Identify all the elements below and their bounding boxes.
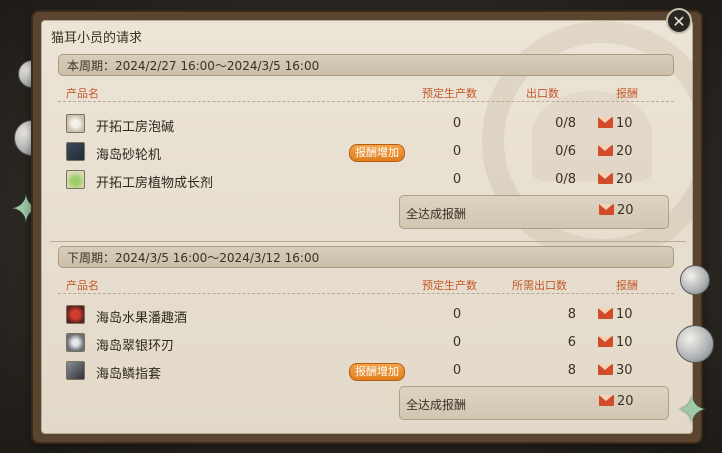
close-button[interactable]: ✕ xyxy=(666,8,692,34)
next-column-headers: 产品名 预定生产数 所需出口数 报酬 xyxy=(58,275,674,294)
envelope-icon xyxy=(598,173,613,184)
item-name: 开拓工房植物成长剂 xyxy=(96,176,214,191)
grinder-icon xyxy=(66,142,85,161)
bonus-badge: 报酬增加 xyxy=(349,363,405,381)
completion-reward: 20 xyxy=(599,394,634,409)
natron-icon xyxy=(66,114,85,133)
item-name: 海岛水果潘趣酒 xyxy=(96,311,188,326)
request-window: 猫耳小员的请求 本周期：2024/2/27 16:00～2024/3/5 16:… xyxy=(33,12,701,442)
export-count: 8 xyxy=(567,363,576,378)
export-count: 0/6 xyxy=(555,144,576,159)
silver-ring-icon xyxy=(66,333,85,352)
close-icon: ✕ xyxy=(672,12,686,31)
reward-value: 10 xyxy=(616,335,633,350)
window-title: 猫耳小员的请求 xyxy=(51,31,143,46)
section-divider xyxy=(50,241,686,242)
col-product: 产品名 xyxy=(66,87,99,100)
reward-value: 10 xyxy=(616,307,633,322)
fruit-punch-icon xyxy=(66,305,85,324)
planned-count: 0 xyxy=(452,363,462,378)
reward-value: 20 xyxy=(616,144,633,159)
scale-fingerguard-icon xyxy=(66,361,85,380)
export-count: 6 xyxy=(567,335,576,350)
col-export-required: 所需出口数 xyxy=(512,279,567,292)
completion-reward-value: 20 xyxy=(617,394,634,409)
reward: 20 xyxy=(598,144,668,159)
current-period-bar: 本周期：2024/2/27 16:00～2024/3/5 16:00 xyxy=(58,54,674,76)
envelope-icon xyxy=(598,308,613,319)
reward: 30 xyxy=(598,363,668,378)
planned-count: 0 xyxy=(452,144,462,159)
planned-count: 0 xyxy=(452,307,462,322)
current-column-headers: 产品名 预定生产数 出口数 报酬 xyxy=(58,83,674,102)
table-row[interactable]: 海岛砂轮机 报酬增加 0 0/6 20 xyxy=(58,139,674,165)
completion-reward-label: 全达成报酬 xyxy=(406,398,467,412)
table-row[interactable]: 海岛鳞指套 报酬增加 0 8 30 xyxy=(58,358,674,384)
reward: 10 xyxy=(598,116,668,131)
planned-count: 0 xyxy=(452,172,462,187)
next-period-bar: 下周期：2024/3/5 16:00～2024/3/12 16:00 xyxy=(58,246,674,268)
envelope-icon xyxy=(598,117,613,128)
col-product: 产品名 xyxy=(66,279,99,292)
reward-value: 30 xyxy=(616,363,633,378)
reward: 10 xyxy=(598,335,668,350)
item-name: 开拓工房泡碱 xyxy=(96,120,175,135)
table-row[interactable]: 开拓工房泡碱 0 0/8 10 xyxy=(58,111,674,137)
item-name: 海岛砂轮机 xyxy=(96,148,162,163)
envelope-icon xyxy=(598,364,613,375)
reward-value: 20 xyxy=(616,172,633,187)
completion-reward: 20 xyxy=(599,203,634,218)
envelope-icon xyxy=(599,204,614,215)
right-ornament: ✦ xyxy=(672,255,718,450)
bonus-badge: 报酬增加 xyxy=(349,144,405,162)
reward: 20 xyxy=(598,172,668,187)
table-row[interactable]: 海岛水果潘趣酒 0 8 10 xyxy=(58,302,674,328)
export-count: 8 xyxy=(567,307,576,322)
col-planned: 预定生产数 xyxy=(422,87,477,100)
completion-reward-value: 20 xyxy=(617,203,634,218)
reward: 10 xyxy=(598,307,668,322)
table-row[interactable]: 海岛翠银环刃 0 6 10 xyxy=(58,330,674,356)
col-reward: 报酬 xyxy=(616,279,638,292)
planned-count: 0 xyxy=(452,116,462,131)
col-export: 出口数 xyxy=(526,87,559,100)
item-name: 海岛鳞指套 xyxy=(96,367,162,382)
envelope-icon xyxy=(599,395,614,406)
export-count: 0/8 xyxy=(555,116,576,131)
completion-reward-box: 全达成报酬 20 xyxy=(399,195,669,229)
export-count: 0/8 xyxy=(555,172,576,187)
col-reward: 报酬 xyxy=(616,87,638,100)
item-name: 海岛翠银环刃 xyxy=(96,339,175,354)
completion-reward-label: 全达成报酬 xyxy=(406,207,467,221)
planned-count: 0 xyxy=(452,335,462,350)
table-row[interactable]: 开拓工房植物成长剂 0 0/8 20 xyxy=(58,167,674,193)
ornament-ball-icon xyxy=(680,265,710,295)
ornament-ball-icon xyxy=(676,325,714,363)
envelope-icon xyxy=(598,145,613,156)
plant-growth-icon xyxy=(66,170,85,189)
col-planned: 预定生产数 xyxy=(422,279,477,292)
completion-reward-box: 全达成报酬 20 xyxy=(399,386,669,420)
reward-value: 10 xyxy=(616,116,633,131)
ornament-star-icon: ✦ xyxy=(676,388,708,432)
request-panel: 猫耳小员的请求 本周期：2024/2/27 16:00～2024/3/5 16:… xyxy=(41,20,693,434)
envelope-icon xyxy=(598,336,613,347)
